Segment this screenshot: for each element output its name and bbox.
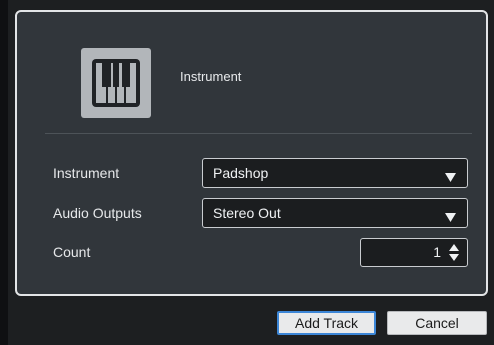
count-stepper[interactable]: 1 bbox=[360, 238, 468, 267]
audio-outputs-value: Stereo Out bbox=[213, 205, 281, 221]
track-type-title: Instrument bbox=[180, 69, 242, 84]
instrument-select[interactable]: Padshop bbox=[202, 158, 468, 188]
piano-keys-icon bbox=[81, 48, 151, 118]
dropdown-arrow-icon bbox=[445, 169, 456, 185]
cancel-button[interactable]: Cancel bbox=[387, 311, 487, 335]
instrument-value: Padshop bbox=[213, 165, 269, 181]
audio-outputs-label: Audio Outputs bbox=[53, 205, 142, 221]
window-edge bbox=[0, 0, 8, 345]
count-value: 1 bbox=[433, 244, 441, 260]
dropdown-arrow-icon bbox=[445, 209, 456, 225]
audio-outputs-select[interactable]: Stereo Out bbox=[202, 198, 468, 228]
divider bbox=[45, 133, 472, 134]
instrument-label: Instrument bbox=[53, 165, 120, 181]
track-settings-panel: Instrument Instrument Padshop Audio Outp… bbox=[15, 10, 488, 296]
add-track-button[interactable]: Add Track bbox=[277, 311, 376, 335]
up-down-arrows-icon[interactable] bbox=[449, 244, 459, 264]
count-label: Count bbox=[53, 244, 91, 260]
